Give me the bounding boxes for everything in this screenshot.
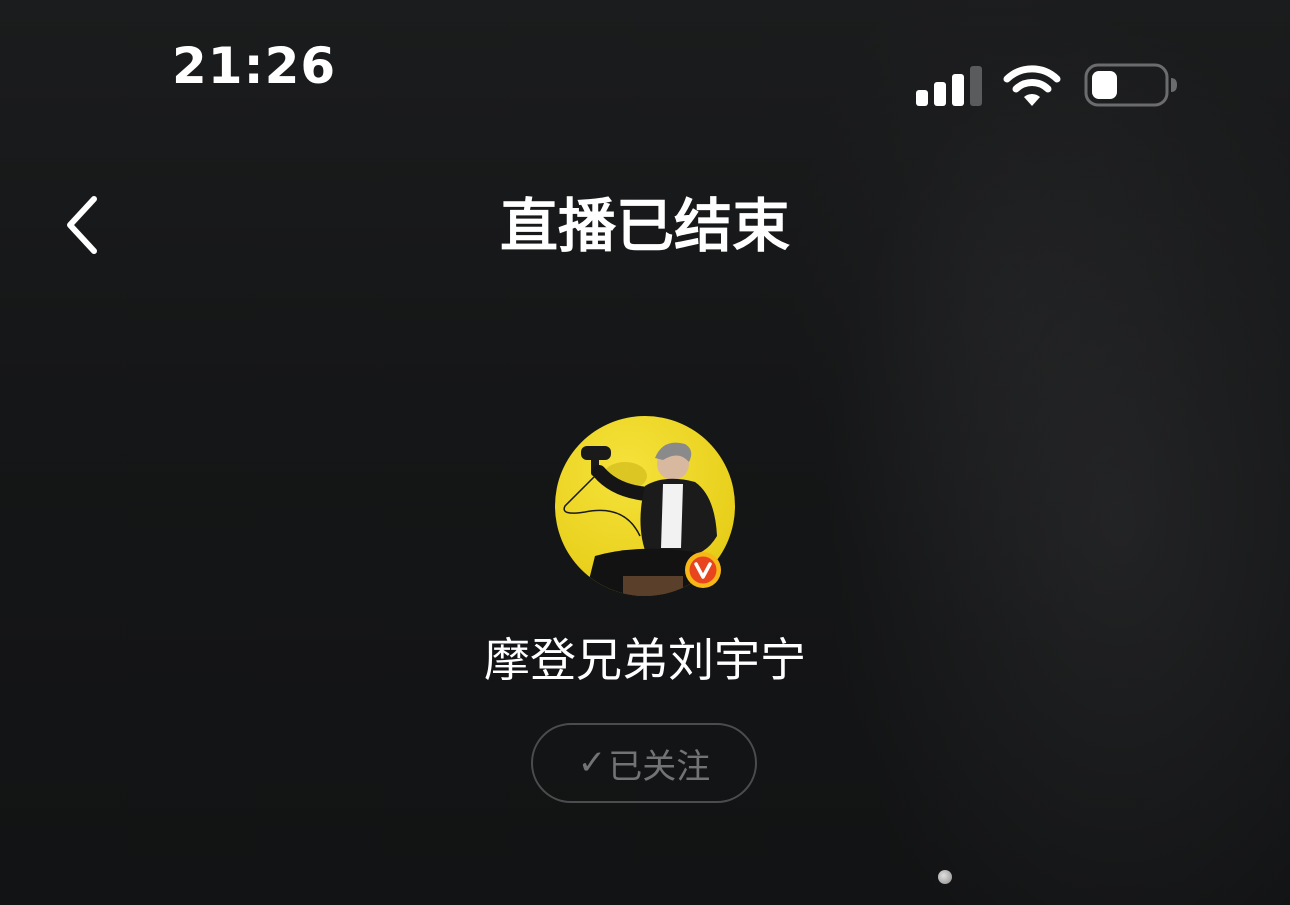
floating-dot bbox=[938, 870, 952, 884]
page-title: 直播已结束 bbox=[499, 192, 790, 260]
following-button[interactable]: ✓ 已关注 bbox=[531, 723, 757, 803]
wifi-icon bbox=[1003, 65, 1061, 106]
verified-v-badge-icon bbox=[685, 552, 721, 588]
username: 摩登兄弟刘宇宁 bbox=[484, 633, 806, 687]
checkmark-icon: ✓ bbox=[577, 743, 607, 783]
cellular-signal-icon bbox=[916, 66, 982, 106]
status-time: 21:26 bbox=[172, 37, 337, 95]
following-label: 已关注 bbox=[608, 746, 711, 787]
live-ended-screen: 21:26 直播已结束 摩登兄弟刘宇宁 ✓ 已关注 bbox=[0, 0, 1290, 905]
battery-icon bbox=[1084, 63, 1177, 107]
